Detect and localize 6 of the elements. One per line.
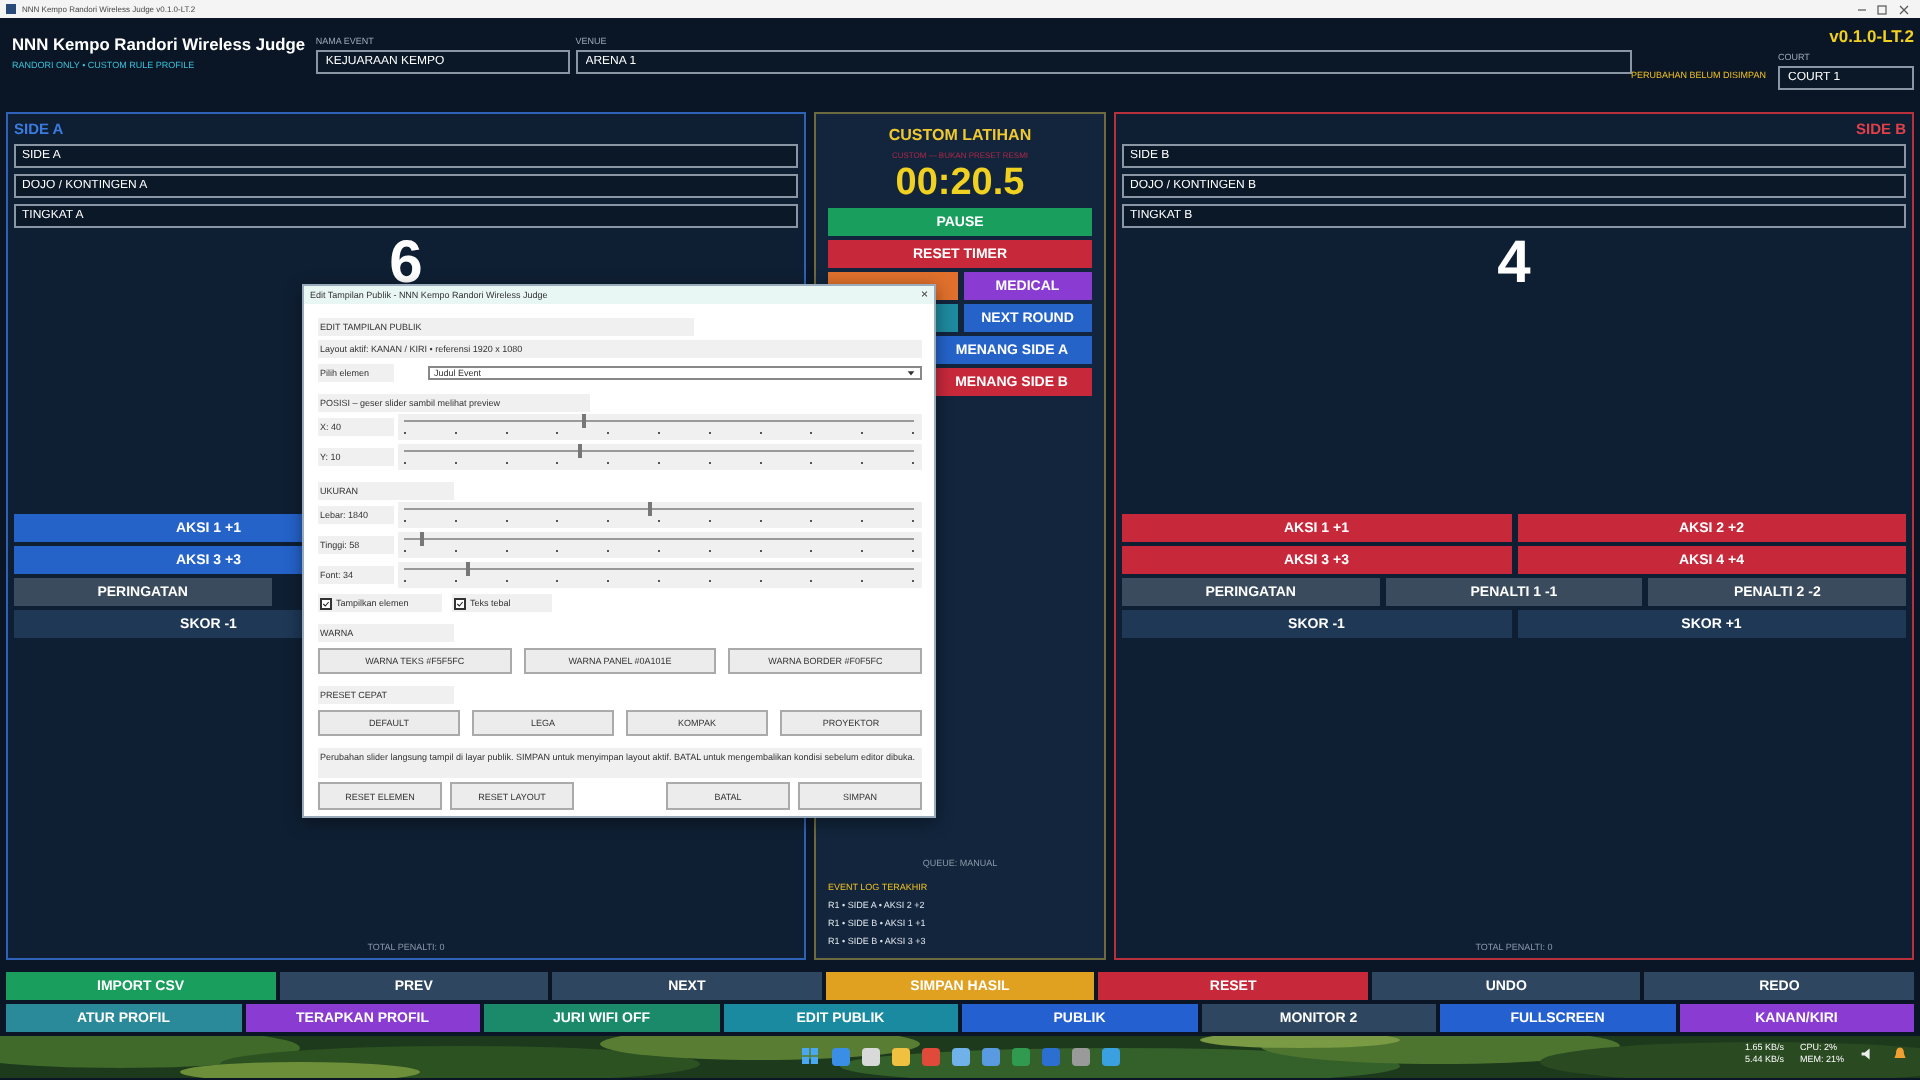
version-label: v0.1.0-LT.2 xyxy=(1829,26,1914,46)
score-value: 4 xyxy=(1497,234,1531,294)
app-title: NNN Kempo Randori Wireless Judge xyxy=(12,34,308,54)
score-value: 6 xyxy=(389,234,423,294)
timer-display: 00:20.5 xyxy=(893,162,1027,206)
mode-title: CUSTOM LATIHAN xyxy=(886,126,1034,144)
